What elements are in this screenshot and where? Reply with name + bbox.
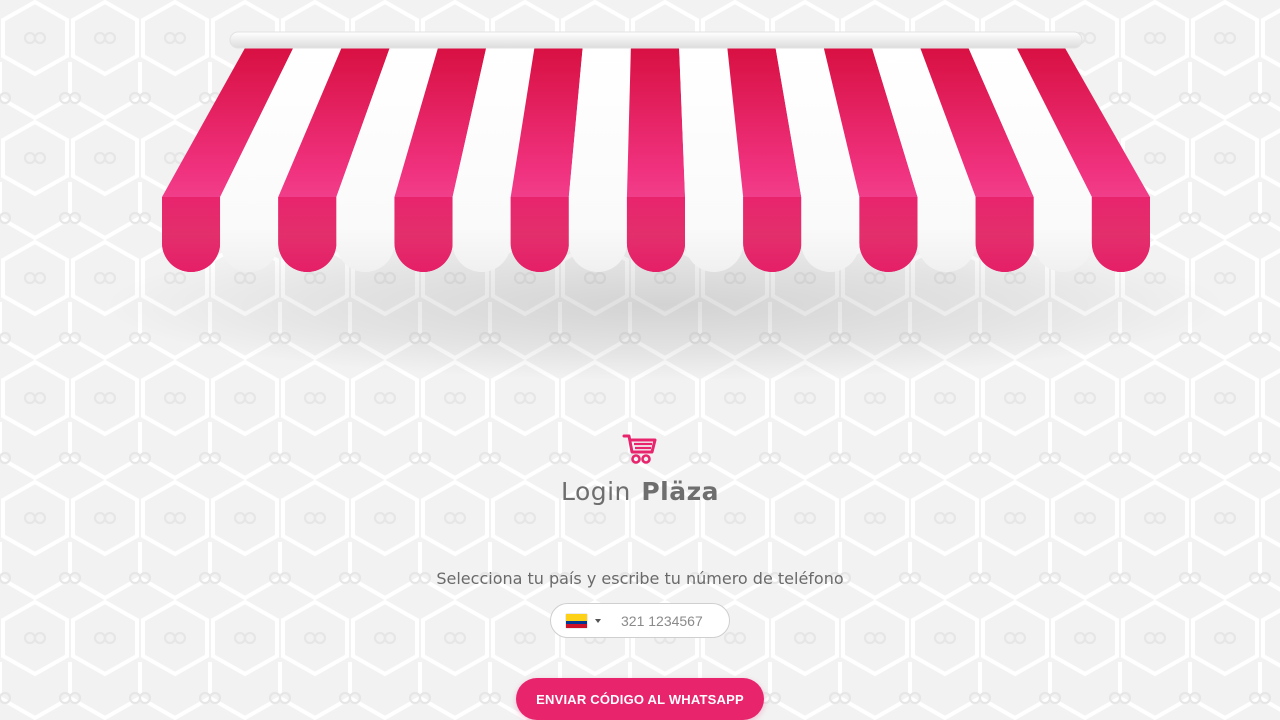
- awning-valance-pink: [975, 197, 1034, 272]
- awning-valance-pink: [626, 197, 686, 272]
- awning-valance-pink: [859, 197, 918, 272]
- instructions-text: Selecciona tu país y escribe tu número d…: [436, 569, 844, 588]
- title-prefix: Login: [560, 477, 631, 506]
- awning-rod: [229, 31, 1083, 49]
- phone-input[interactable]: [621, 604, 721, 637]
- send-whatsapp-code-button[interactable]: ENVIAR CÓDIGO AL WHATSAPP: [516, 678, 764, 720]
- awning-valance-pink: [743, 197, 802, 272]
- store-awning: [162, 31, 1150, 272]
- brand-name: Pläza: [641, 477, 720, 506]
- country-selector[interactable]: [566, 604, 606, 637]
- awning-valance-pink: [510, 197, 569, 272]
- login-header: Login Pläza: [0, 430, 1280, 509]
- awning-valance-pink: [394, 197, 453, 272]
- page-title: Login Pläza: [0, 475, 1280, 509]
- awning-valance-pink: [278, 197, 337, 272]
- shopping-cart-icon: [622, 434, 657, 464]
- awning-valance-pink: [162, 197, 221, 272]
- phone-field: [550, 603, 730, 638]
- colombia-flag-icon: [566, 613, 587, 628]
- chevron-down-icon: [595, 618, 601, 623]
- awning-valance-pink: [1091, 197, 1150, 272]
